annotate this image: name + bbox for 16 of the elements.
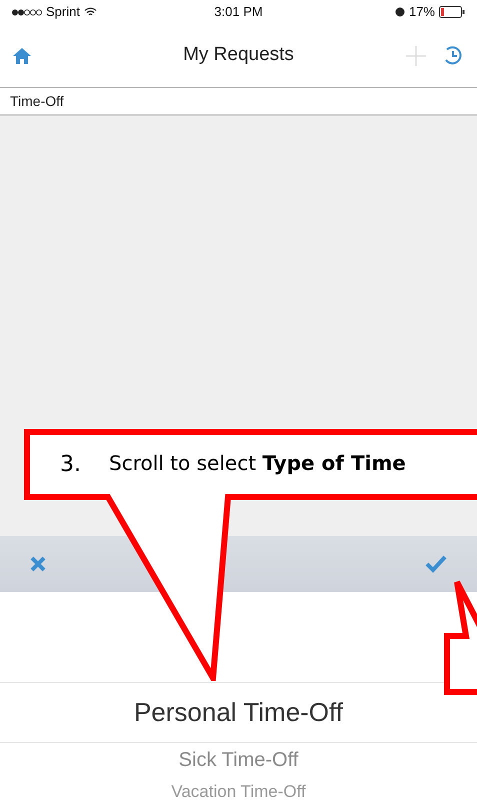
battery-icon <box>439 6 465 18</box>
close-icon[interactable] <box>30 556 46 572</box>
picker-option[interactable]: Sick Time-Off <box>178 743 298 777</box>
picker-option[interactable]: Vacation Time-Off <box>171 777 306 806</box>
clock-time: 3:01 PM <box>213 3 264 22</box>
step-number: 3. <box>60 451 81 479</box>
carrier-name: Sprint <box>46 3 80 22</box>
annotation-text: Scroll to select Type of Time <box>109 450 406 477</box>
page-title: My Requests <box>182 43 295 68</box>
checkmark-icon[interactable] <box>425 555 447 573</box>
wifi-icon <box>84 7 97 17</box>
signal-icon <box>12 8 42 16</box>
section-header: Time-Off <box>10 92 64 110</box>
add-icon[interactable] <box>405 44 427 66</box>
battery-percent: 17% <box>408 3 435 22</box>
home-icon[interactable] <box>12 46 32 64</box>
